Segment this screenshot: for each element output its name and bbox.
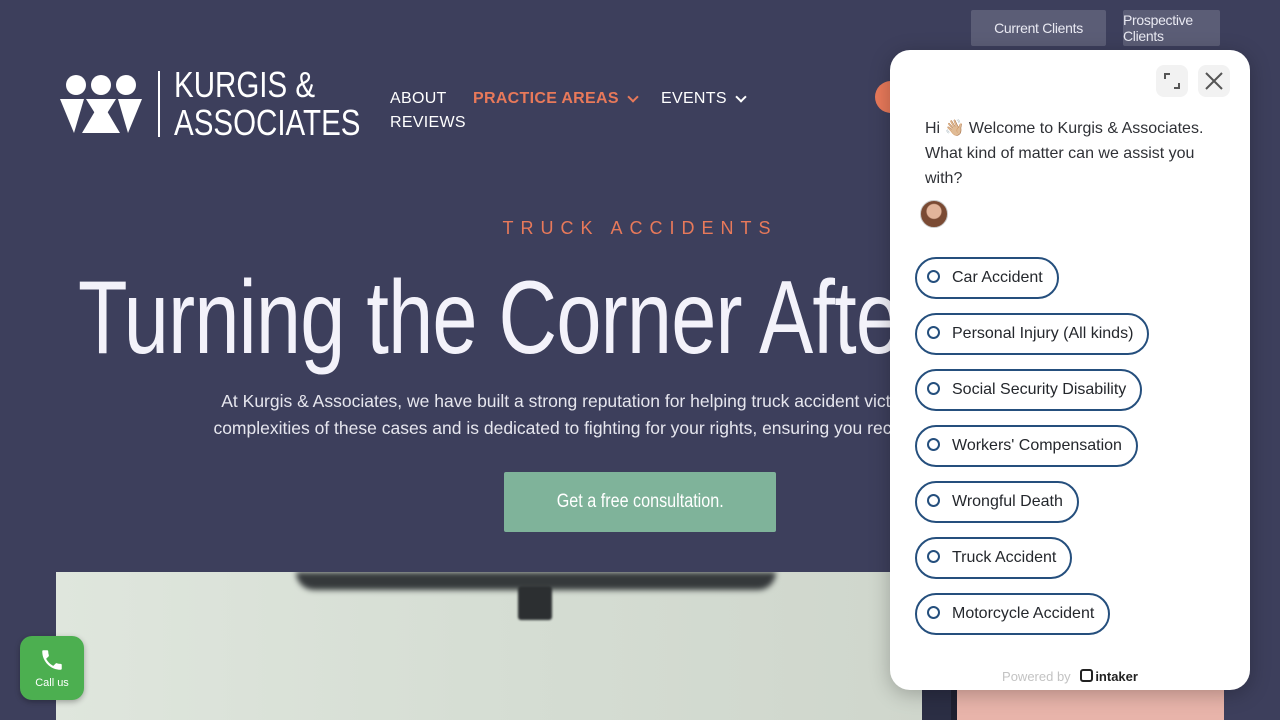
chevron-down-icon: [627, 91, 639, 103]
powered-by-label: Powered by: [1002, 669, 1071, 684]
nav-item-about[interactable]: ABOUT: [390, 90, 447, 108]
radio-icon: [927, 437, 940, 451]
option-personal-injury[interactable]: Personal Injury (All kinds): [915, 313, 1150, 355]
nav-item-events[interactable]: EVENTS: [661, 90, 747, 108]
hero-headline: Turning the Corner After: [78, 260, 927, 376]
logo-divider: [158, 71, 160, 137]
radio-icon: [927, 325, 940, 339]
chat-greeting: Hi 👋🏼 Welcome to Kurgis & Associates. Wh…: [925, 120, 1204, 187]
logo-mark-icon: [60, 75, 142, 133]
radio-icon: [927, 549, 940, 563]
radio-icon: [927, 381, 940, 395]
radio-icon: [927, 493, 940, 507]
close-button[interactable]: [1198, 65, 1230, 97]
hero-image-mirror-stem: [518, 586, 552, 620]
option-workers-compensation[interactable]: Workers' Compensation: [915, 425, 1138, 467]
prospective-clients-button[interactable]: Prospective Clients: [1123, 10, 1220, 46]
current-clients-button[interactable]: Current Clients: [971, 10, 1106, 46]
radio-icon: [927, 269, 940, 283]
phone-icon: [42, 650, 62, 670]
powered-by[interactable]: Powered by intaker: [890, 669, 1250, 684]
option-wrongful-death[interactable]: Wrongful Death: [915, 481, 1079, 523]
chat-widget: Hi 👋🏼 Welcome to Kurgis & Associates. Wh…: [890, 50, 1250, 690]
close-icon: [1205, 72, 1223, 90]
option-social-security-disability[interactable]: Social Security Disability: [915, 369, 1143, 411]
expand-icon: [1164, 73, 1180, 89]
agent-avatar: [920, 200, 948, 228]
nav-item-reviews[interactable]: REVIEWS: [390, 114, 466, 132]
chevron-down-icon: [735, 91, 747, 103]
logo-wordmark: KURGIS & ASSOCIATES: [174, 66, 360, 142]
logo-line-1: KURGIS &: [174, 64, 316, 105]
option-car-accident[interactable]: Car Accident: [915, 257, 1059, 299]
logo-line-2: ASSOCIATES: [174, 102, 361, 143]
free-consultation-button[interactable]: Get a free consultation.: [504, 472, 776, 532]
hero-image-door-panel: [951, 690, 1224, 720]
logo[interactable]: KURGIS & ASSOCIATES: [60, 66, 401, 142]
call-us-button[interactable]: Call us: [20, 636, 84, 700]
option-motorcycle-accident[interactable]: Motorcycle Accident: [915, 593, 1111, 635]
intaker-brand: intaker: [1095, 669, 1138, 684]
option-truck-accident[interactable]: Truck Accident: [915, 537, 1073, 579]
expand-button[interactable]: [1156, 65, 1188, 97]
free-consultation-label: Get a free consultation.: [556, 491, 724, 512]
call-us-label: Call us: [35, 677, 69, 689]
nav-item-practice-areas[interactable]: PRACTICE AREAS: [473, 90, 639, 108]
radio-icon: [927, 605, 940, 619]
intaker-logo-icon: [1080, 669, 1094, 682]
